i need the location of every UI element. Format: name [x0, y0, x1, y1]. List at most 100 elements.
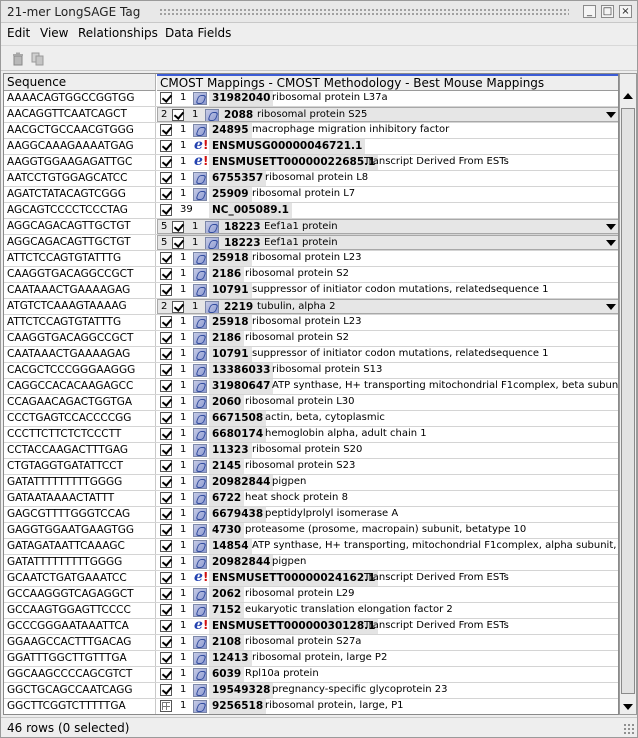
table-row[interactable]: AAAACAGTGGCCGGTGG 1 31982040 ribosomal prot… [4, 91, 618, 107]
table-row[interactable]: AGATCTATACAGTCGGG 1 25909 ribosomal protein… [4, 187, 618, 203]
accession-id[interactable]: 2145 [209, 459, 245, 474]
table-row[interactable]: AATCCTGTGGAGCATCC 1 6755357 ribosomal prote… [4, 171, 618, 187]
mapping-cell[interactable]: 5 1 18223 Eef1a1 protein [157, 219, 618, 234]
menu-view[interactable]: View [40, 26, 68, 40]
accession-id[interactable]: 13386033 [209, 363, 274, 378]
checkbox[interactable] [160, 524, 172, 536]
table-row[interactable]: GGCTTCGGTCTTTTTGA 1 9256518 ribosomal prote… [4, 699, 618, 714]
accession-id[interactable]: 31982040 [209, 91, 274, 106]
checkbox[interactable] [160, 348, 172, 360]
accession-id[interactable]: 25918 [209, 251, 252, 266]
checkbox[interactable] [160, 684, 172, 696]
accession-id[interactable]: 20982844 [209, 475, 274, 490]
accession-id[interactable]: 2060 [209, 395, 245, 410]
checkbox[interactable] [160, 124, 172, 136]
table-row[interactable]: GCCCGGGAATAAATTCA 1 ENSMUSETT00000030128.1… [4, 619, 618, 635]
table-row[interactable]: CCTACCAAGACTTTGAG 1 11323 ribosomal protein… [4, 443, 618, 459]
accession-id[interactable]: ENSMUSETT00000022685.1 [209, 155, 379, 170]
accession-id[interactable]: 14854 [209, 539, 252, 554]
table-row[interactable]: ATGTCTCAAAGTAAAAG 2 1 2219 tubulin, alpha 2 [4, 299, 618, 315]
table-row[interactable]: CACGCTCCCGGGAAGGG 1 13386033 ribosomal prot… [4, 363, 618, 379]
scroll-up-icon[interactable] [623, 93, 633, 99]
accession-id[interactable]: NC_005089.1 [209, 203, 292, 218]
dropdown-arrow-icon[interactable] [606, 224, 616, 230]
close-button[interactable]: × [619, 5, 632, 18]
checkbox[interactable] [160, 332, 172, 344]
checkbox[interactable] [160, 460, 172, 472]
table-row[interactable]: GATAGATAATTCAAAGC 1 14854 ATP synthase, H+ … [4, 539, 618, 555]
table-row[interactable]: GCCAAGGGTCAGAGGCT 1 2062 ribosomal protein … [4, 587, 618, 603]
checkbox[interactable] [172, 109, 184, 121]
accession-id[interactable]: 19549328 [209, 683, 274, 698]
accession-id[interactable]: 4730 [209, 523, 245, 538]
grid-checkbox-icon[interactable] [160, 700, 172, 712]
accession-id[interactable]: 12413 [209, 651, 252, 666]
table-row[interactable]: GGCTGCAGCCAATCAGG 1 19549328 pregnancy-spec… [4, 683, 618, 699]
title-bar[interactable]: 21-mer LongSAGE Tag _ □ × [1, 1, 637, 23]
dropdown-arrow-icon[interactable] [606, 112, 616, 118]
accession-id[interactable]: 10791 [209, 283, 252, 298]
checkbox[interactable] [160, 476, 172, 488]
table-row[interactable]: AGCAGTCCCCTCCCTAG 39 NC_005089.1 [4, 203, 618, 219]
checkbox[interactable] [160, 140, 172, 152]
checkbox[interactable] [160, 668, 172, 680]
checkbox[interactable] [160, 380, 172, 392]
scroll-thumb[interactable] [621, 108, 635, 694]
accession-id[interactable]: 6679438 [209, 507, 267, 522]
accession-id[interactable]: 2088 [221, 108, 257, 121]
accession-id[interactable]: 2186 [209, 331, 245, 346]
table-row[interactable]: GGCAAGCCCCAGCGTCT 1 6039 Rpl10a protein [4, 667, 618, 683]
accession-id[interactable]: 7152 [209, 603, 245, 618]
table-row[interactable]: AACGCTGCCAACGTGGG 1 24895 macrophage migrat… [4, 123, 618, 139]
accession-id[interactable]: 6680174 [209, 427, 267, 442]
table-row[interactable]: AGGCAGACAGTTGCTGT 5 1 18223 Eef1a1 protein [4, 235, 618, 251]
menu-data-fields[interactable]: Data Fields [165, 26, 231, 40]
accession-id[interactable]: 24895 [209, 123, 252, 138]
table-row[interactable]: CAAGGTGACAGGCCGCT 1 2186 ribosomal protein … [4, 267, 618, 283]
table-row[interactable]: AAGGCAAAGAAAATGAG 1 ENSMUSG00000046721.1 [4, 139, 618, 155]
checkbox[interactable] [160, 396, 172, 408]
table-row[interactable]: CAATAAACTGAAAAGAG 1 10791 suppressor of ini… [4, 283, 618, 299]
checkbox[interactable] [160, 444, 172, 456]
menu-edit[interactable]: Edit [7, 26, 30, 40]
accession-id[interactable]: 31980647 [209, 379, 274, 394]
table-row[interactable]: CCCTTCTTCTCTCCCTT 1 6680174 hemoglobin alph… [4, 427, 618, 443]
table-row[interactable]: GCAATCTGATGAAATCC 1 ENSMUSETT00000024162.1… [4, 571, 618, 587]
table-row[interactable]: CCAGAACAGACTGGTGA 1 2060 ribosomal protein … [4, 395, 618, 411]
table-row[interactable]: GCCAAGTGGAGTTCCCC 1 7152 eukaryotic transla… [4, 603, 618, 619]
accession-id[interactable]: 18223 [221, 220, 264, 233]
checkbox[interactable] [160, 556, 172, 568]
mapping-cell[interactable]: 5 1 18223 Eef1a1 protein [157, 235, 618, 250]
accession-id[interactable]: 25918 [209, 315, 252, 330]
menu-relationships[interactable]: Relationships [78, 26, 158, 40]
checkbox[interactable] [160, 172, 172, 184]
mapping-cell[interactable]: 2 1 2219 tubulin, alpha 2 [157, 299, 618, 314]
trash-icon[interactable] [11, 52, 25, 66]
checkbox[interactable] [160, 156, 172, 168]
accession-id[interactable]: 11323 [209, 443, 252, 458]
accession-id[interactable]: 20982844 [209, 555, 274, 570]
checkbox[interactable] [160, 540, 172, 552]
resize-grip-icon[interactable] [623, 723, 635, 735]
table-row[interactable]: GATATTTTTTTTTGGGG 1 20982844 pigpen [4, 475, 618, 491]
accession-id[interactable]: 6755357 [209, 171, 267, 186]
table-row[interactable]: GGATTTGGCTTGTTTGA 1 12413 ribosomal protein… [4, 651, 618, 667]
checkbox[interactable] [160, 588, 172, 600]
checkbox[interactable] [160, 412, 172, 424]
vertical-scrollbar[interactable] [619, 73, 637, 715]
checkbox[interactable] [160, 636, 172, 648]
checkbox[interactable] [172, 221, 184, 233]
accession-id[interactable]: 6039 [209, 667, 245, 682]
checkbox[interactable] [160, 364, 172, 376]
checkbox[interactable] [160, 316, 172, 328]
accession-id[interactable]: ENSMUSETT00000024162.1 [209, 571, 379, 586]
checkbox[interactable] [160, 508, 172, 520]
table-row[interactable]: CAAGGTGACAGGCCGCT 1 2186 ribosomal protein … [4, 331, 618, 347]
accession-id[interactable]: 2108 [209, 635, 245, 650]
accession-id[interactable]: ENSMUSG00000046721.1 [209, 139, 366, 154]
checkbox[interactable] [160, 252, 172, 264]
checkbox[interactable] [160, 188, 172, 200]
mapping-cell[interactable]: 2 1 2088 ribosomal protein S25 [157, 107, 618, 122]
accession-id[interactable]: 2219 [221, 300, 257, 313]
scroll-down-icon[interactable] [623, 704, 633, 710]
